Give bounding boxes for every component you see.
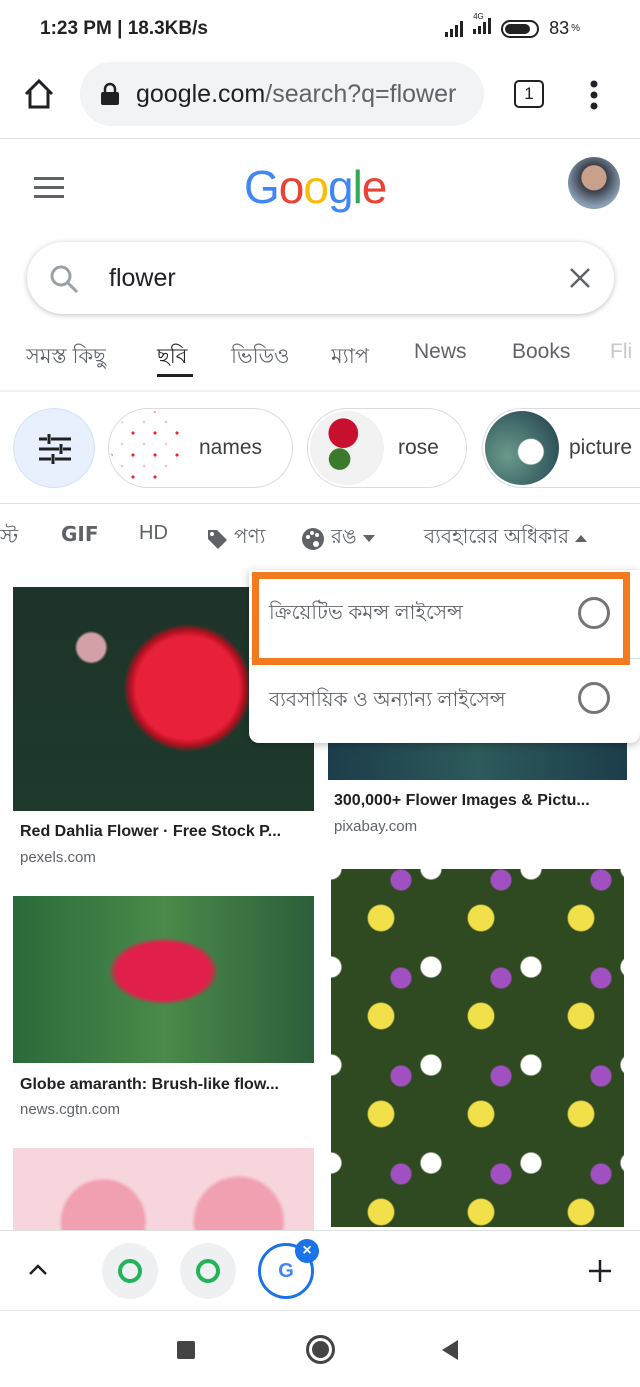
- url-path: /search?q=flower: [265, 79, 457, 108]
- plus-icon[interactable]: [588, 1259, 612, 1283]
- result-title[interactable]: 300,000+ Flower Images & Pictu...: [334, 792, 624, 810]
- filter-color[interactable]: রঙ: [301, 522, 375, 555]
- tab-thumbnail[interactable]: [180, 1243, 236, 1299]
- filter-gif[interactable]: GIF: [61, 522, 99, 546]
- option-commercial[interactable]: ব্যবসায়িক ও অন্যান্য লাইসেন্স: [249, 659, 640, 743]
- tab-switcher-button[interactable]: 1: [514, 80, 544, 108]
- chip-label: names: [199, 436, 263, 459]
- option-label: ব্যবসায়িক ও অন্যান্য লাইসেন্স: [269, 689, 506, 711]
- chip-thumbnail: [310, 411, 384, 485]
- filter-tools-button[interactable]: [13, 408, 95, 488]
- lock-icon: [101, 82, 119, 105]
- tune-icon: [39, 434, 71, 464]
- clear-icon[interactable]: [569, 267, 591, 289]
- filter-label: রঙ: [331, 526, 357, 548]
- search-input[interactable]: flower: [109, 264, 176, 293]
- tab-books[interactable]: Books: [512, 340, 570, 364]
- chip-thumbnail: [485, 411, 559, 485]
- caret-down-icon: [362, 534, 375, 542]
- filter-product[interactable]: পণ্য: [206, 522, 265, 555]
- back-icon[interactable]: [440, 1339, 460, 1361]
- whatsapp-icon: [118, 1259, 142, 1283]
- chip-names[interactable]: names: [108, 408, 293, 488]
- address-bar[interactable]: google.com/search?q=flower: [80, 62, 484, 126]
- highlight-box: [252, 572, 630, 665]
- result-source[interactable]: news.cgtn.com: [20, 1101, 120, 1118]
- chip-label: rose: [398, 436, 439, 459]
- filter-recent[interactable]: স্ট: [0, 522, 18, 555]
- result-title[interactable]: Globe amaranth: Brush-like flow...: [20, 1076, 310, 1094]
- tab-all[interactable]: সমস্ত কিছু: [26, 340, 106, 375]
- search-box[interactable]: flower: [27, 242, 614, 314]
- filter-hd[interactable]: HD: [139, 522, 168, 545]
- whatsapp-icon: [196, 1259, 220, 1283]
- chip-thumbnail: [111, 411, 185, 485]
- tab-strip: G ×: [0, 1230, 640, 1310]
- url-host: google.com: [136, 79, 266, 108]
- battery-icon: [501, 19, 540, 38]
- result-image[interactable]: [13, 1148, 314, 1230]
- home-icon[interactable]: [22, 78, 56, 110]
- result-source[interactable]: pexels.com: [20, 849, 96, 866]
- tab-flights[interactable]: Fli: [610, 340, 632, 364]
- clock: 1:23 PM: [40, 18, 112, 39]
- divider: [0, 503, 640, 504]
- avatar[interactable]: [568, 157, 620, 209]
- search-icon: [50, 265, 79, 294]
- filter-label: ব্যবহারের অধিকার: [424, 526, 570, 548]
- tab-thumbnail[interactable]: [102, 1243, 158, 1299]
- network-type: 4G: [473, 12, 484, 21]
- result-image[interactable]: [13, 896, 314, 1063]
- google-g-icon: G: [278, 1259, 294, 1282]
- palette-icon: [302, 527, 324, 550]
- tab-maps[interactable]: ম্যাপ: [331, 340, 369, 375]
- active-tab-indicator: [157, 374, 193, 377]
- tab-images[interactable]: ছবি: [157, 340, 187, 375]
- status-bar: 1:23 PM | 18.3KB/s 4G 83%: [40, 12, 580, 39]
- chevron-up-icon[interactable]: [28, 1263, 48, 1275]
- tab-news[interactable]: News: [414, 340, 467, 364]
- result-image[interactable]: [328, 866, 627, 1230]
- chip-rose[interactable]: rose: [307, 408, 467, 488]
- result-title[interactable]: Red Dahlia Flower · Free Stock P...: [20, 823, 310, 841]
- google-logo[interactable]: Google: [244, 160, 387, 214]
- filter-usage-rights[interactable]: ব্যবহারের অধিকার: [424, 522, 588, 555]
- close-tab-icon[interactable]: ×: [295, 1239, 319, 1263]
- battery-percent: 83: [549, 18, 570, 38]
- caret-up-icon: [575, 534, 588, 542]
- recents-icon[interactable]: [177, 1341, 195, 1359]
- network-speed: 18.3KB/s: [127, 18, 208, 39]
- tag-icon: [208, 529, 227, 549]
- battery-unit: %: [571, 23, 580, 34]
- system-nav-bar: [0, 1310, 640, 1387]
- signal-icon: [445, 20, 464, 37]
- tab-videos[interactable]: ভিডিও: [231, 340, 290, 375]
- result-source[interactable]: pixabay.com: [334, 818, 417, 835]
- radio-button[interactable]: [578, 682, 610, 714]
- home-nav-icon[interactable]: [306, 1335, 335, 1364]
- more-menu-icon[interactable]: [588, 80, 600, 110]
- chip-picture[interactable]: picture: [482, 408, 640, 488]
- chip-label: picture: [569, 436, 633, 459]
- divider: [0, 138, 640, 139]
- filter-label: পণ্য: [234, 526, 266, 548]
- hamburger-menu-icon[interactable]: [34, 177, 64, 199]
- divider: [0, 390, 640, 392]
